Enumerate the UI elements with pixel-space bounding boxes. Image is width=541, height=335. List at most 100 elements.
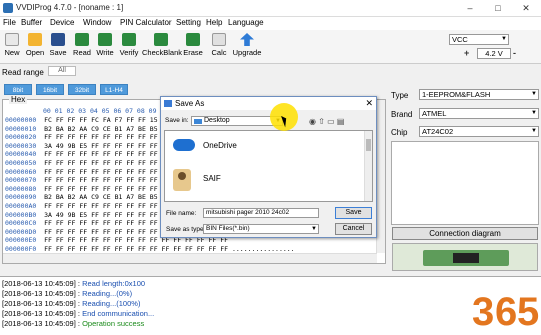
vcc-voltage-field[interactable]: 4.2 V	[477, 48, 511, 59]
new-button[interactable]: New	[3, 32, 21, 62]
save-disk-icon	[51, 33, 65, 46]
calc-button[interactable]: Calc	[208, 32, 230, 62]
window-title: VVDIProg 4.7.0 - [noname : 1]	[16, 3, 124, 12]
hex-panel-label: Hex	[9, 95, 28, 104]
menu-help[interactable]: Help	[206, 18, 222, 27]
file-list: OneDrive SAIF	[164, 130, 373, 202]
maximize-button[interactable]: □	[485, 0, 511, 16]
vcc-select[interactable]: VCC ▼	[449, 34, 509, 45]
open-button[interactable]: Open	[25, 32, 45, 62]
dialog-nav-tools[interactable]: ◉ ⇧ ▭ ▤	[309, 117, 344, 126]
dialog-cancel-button[interactable]: Cancel	[335, 223, 372, 235]
erase-button[interactable]: Erase	[182, 32, 204, 62]
read-button[interactable]: Read	[72, 32, 92, 62]
view-8bit-button[interactable]: 8bit	[4, 84, 32, 95]
chip-info-box	[391, 141, 539, 225]
hex-vertical-scrollbar[interactable]	[376, 100, 385, 253]
dialog-app-icon	[164, 100, 172, 107]
hex-address: 000000A0	[5, 202, 37, 210]
menu-buffer[interactable]: Buffer	[21, 18, 42, 27]
upgrade-label: Upgrade	[232, 48, 262, 57]
erase-label: Erase	[183, 48, 203, 57]
chevron-down-icon: ▼	[531, 110, 537, 116]
new-file-icon	[5, 33, 19, 46]
menu-bar: File Buffer Device Window PIN Calculator…	[0, 17, 541, 30]
log-time: [2018-06-13 10:45:09] :	[2, 319, 80, 328]
view-32bit-button[interactable]: 32bit	[68, 84, 96, 95]
file-name-input[interactable]: mitsubishi pager 2010 24c02	[203, 208, 319, 218]
checkblank-button[interactable]: CheckBlank	[142, 32, 183, 62]
menu-pin-calculator[interactable]: PIN Calculator	[120, 18, 172, 27]
view-l1h4-button[interactable]: L1-H4	[100, 84, 128, 95]
log-line: [2018-06-13 10:45:09] : Reading...(100%)	[2, 299, 140, 308]
hex-address: 000000D0	[5, 227, 37, 236]
save-button[interactable]: Save	[48, 32, 68, 62]
chip-select[interactable]: AT24C02 ▼	[419, 126, 539, 137]
save-in-label: Save in:	[165, 117, 189, 124]
close-button[interactable]: ✕	[513, 0, 539, 16]
dialog-save-button[interactable]: Save	[335, 207, 372, 219]
menu-device[interactable]: Device	[50, 18, 74, 27]
list-item-onedrive[interactable]: OneDrive	[173, 139, 237, 151]
checkblank-label: CheckBlank	[142, 48, 183, 57]
check-blank-icon	[154, 33, 168, 46]
vcc-decrease-button[interactable]: -	[513, 48, 516, 58]
log-time: [2018-06-13 10:45:09] :	[2, 309, 80, 318]
hex-address: 000000F0	[5, 245, 37, 253]
log-message: Reading...(0%)	[82, 289, 133, 298]
hex-address: 000000C0	[5, 219, 37, 228]
connection-diagram-button[interactable]: Connection diagram	[392, 227, 538, 240]
log-line: [2018-06-13 10:45:09] : Read length:0x10…	[2, 279, 145, 288]
save-type-select[interactable]: BIN Files(*.bin) ▼	[203, 224, 319, 234]
view-16bit-button[interactable]: 16bit	[36, 84, 64, 95]
type-select[interactable]: 1-EEPROM&FLASH ▼	[419, 89, 539, 100]
chevron-down-icon: ▼	[501, 36, 507, 42]
hex-address: 00000080	[5, 184, 37, 193]
menu-language[interactable]: Language	[228, 18, 264, 27]
hex-bytes[interactable]: FF FF FF FF FF FF FF FF FF FF FF FF FF F…	[44, 245, 294, 253]
onedrive-cloud-icon	[173, 139, 195, 151]
chip-label: Chip	[391, 128, 408, 137]
log-message: Reading...(100%)	[82, 299, 141, 308]
list-item-label: SAIF	[203, 174, 221, 183]
save-label: Save	[49, 48, 67, 57]
hex-address: 00000020	[5, 133, 37, 142]
upgrade-button[interactable]: Upgrade	[231, 32, 263, 62]
read-range-label: Read range	[2, 68, 44, 77]
hex-horizontal-scrollbar[interactable]	[3, 253, 377, 263]
dialog-title-bar: Save As ✕	[161, 97, 376, 110]
menu-setting[interactable]: Setting	[176, 18, 201, 27]
menu-file[interactable]: File	[3, 18, 16, 27]
file-list-scrollbar[interactable]	[364, 131, 372, 201]
menu-window[interactable]: Window	[83, 18, 111, 27]
open-folder-icon	[28, 33, 42, 46]
calculator-icon	[212, 33, 226, 46]
erase-icon	[186, 33, 200, 46]
new-label: New	[4, 48, 20, 57]
read-chip-icon	[75, 33, 89, 46]
brand-select[interactable]: ATMEL ▼	[419, 108, 539, 119]
dialog-close-button[interactable]: ✕	[365, 98, 373, 109]
list-item-saif[interactable]: SAIF	[173, 169, 221, 191]
hex-address: 00000060	[5, 167, 37, 176]
dialog-title: Save As	[175, 99, 205, 108]
calc-label: Calc	[211, 48, 227, 57]
scroll-thumb[interactable]	[366, 139, 371, 151]
chevron-down-icon: ▼	[531, 128, 537, 134]
save-as-dialog: Save As ✕ Save in: Desktop ▼ ◉ ⇧ ▭ ▤ One…	[160, 96, 377, 238]
log-time: [2018-06-13 10:45:09] :	[2, 299, 80, 308]
vcc-increase-button[interactable]: +	[464, 48, 469, 58]
log-message: Read length:0x100	[82, 279, 146, 288]
verify-button[interactable]: Verify	[118, 32, 140, 62]
list-item-label: OneDrive	[203, 141, 237, 150]
vcc-select-value: VCC	[452, 35, 468, 44]
brand-label: Brand	[391, 110, 413, 119]
save-type-label: Save as type:	[166, 226, 206, 233]
read-range-field[interactable]: All	[48, 66, 76, 76]
write-button[interactable]: Write	[94, 32, 116, 62]
type-select-value: 1-EEPROM&FLASH	[422, 90, 491, 99]
write-chip-icon	[98, 33, 112, 46]
save-type-value: BIN Files(*.bin)	[206, 225, 250, 232]
log-time: [2018-06-13 10:45:09] :	[2, 279, 80, 288]
minimize-button[interactable]: –	[457, 0, 483, 16]
